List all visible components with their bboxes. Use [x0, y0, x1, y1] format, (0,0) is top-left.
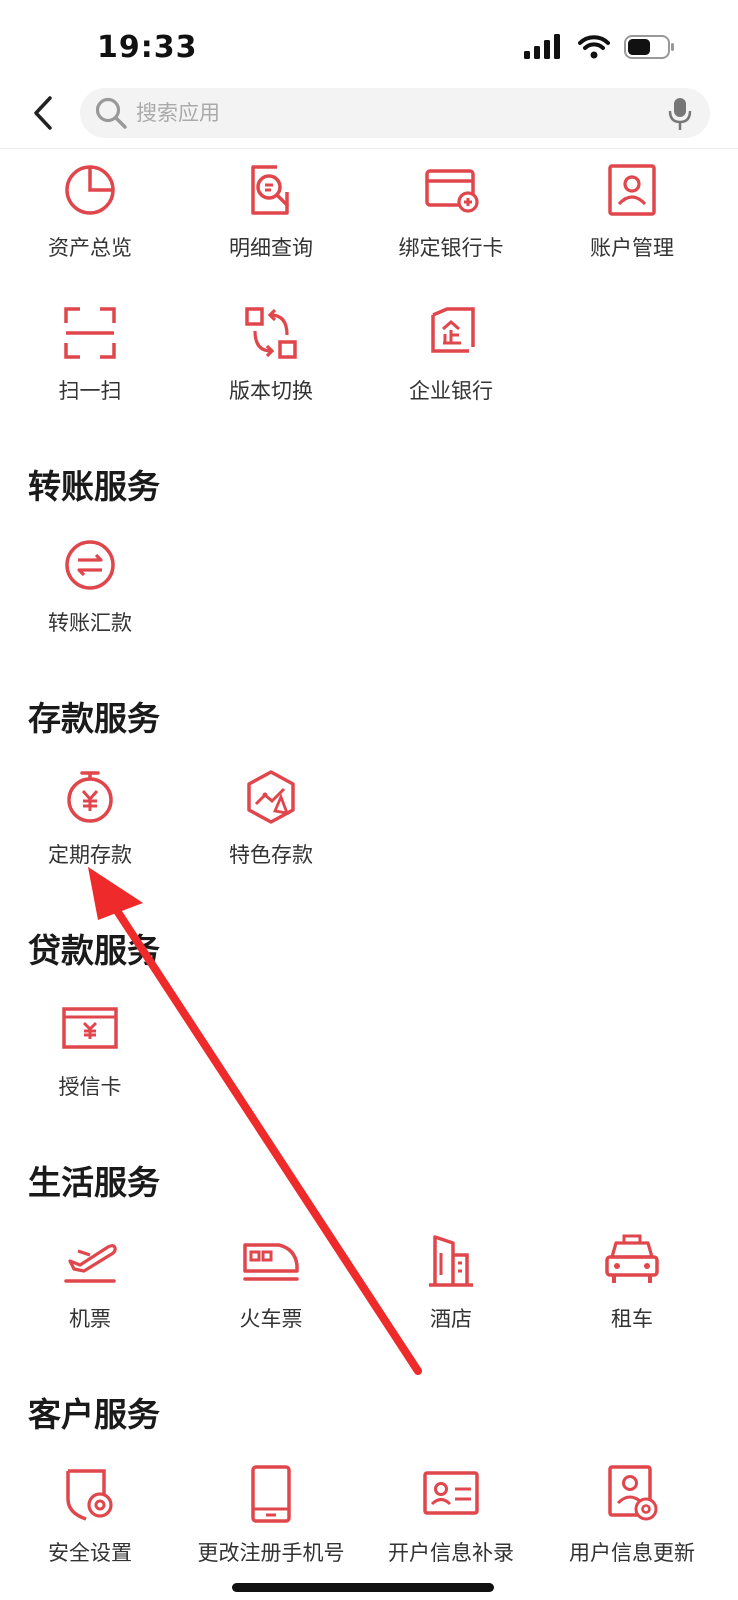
- stopwatch-yuan-icon: [67, 771, 113, 823]
- item-fixed-deposit[interactable]: 定期存款: [0, 767, 180, 877]
- section-title-life: 生活服务: [28, 1163, 160, 1202]
- grid-item-version-switch[interactable]: 版本切换: [181, 303, 361, 413]
- cellular-signal-icon: [524, 34, 560, 59]
- grid-item-label: 扫一扫: [58, 379, 122, 403]
- item-label: 火车票: [239, 1307, 303, 1331]
- item-account-info-supplement[interactable]: 开户信息补录: [361, 1465, 541, 1575]
- microphone-icon[interactable]: [668, 97, 692, 131]
- back-button[interactable]: [18, 88, 68, 138]
- status-time: 19:33: [97, 30, 198, 65]
- grid-item-account-management[interactable]: 账户管理: [542, 160, 722, 270]
- item-label: 租车: [611, 1307, 653, 1331]
- transfer-icon: [65, 540, 115, 590]
- grid-item-asset-overview[interactable]: 资产总览: [0, 160, 180, 270]
- phone-icon: [251, 1465, 291, 1523]
- search-input[interactable]: [136, 101, 616, 125]
- document-search-icon: [251, 165, 289, 215]
- section-title-deposit: 存款服务: [28, 699, 160, 738]
- item-user-info-update[interactable]: 用户信息更新: [542, 1465, 722, 1575]
- section-title-customer: 客户服务: [28, 1395, 160, 1434]
- grid-item-label: 账户管理: [590, 236, 674, 260]
- grid-item-label: 绑定银行卡: [398, 236, 504, 260]
- scan-icon: [64, 307, 116, 359]
- taxi-icon: [605, 1234, 659, 1283]
- grid-item-enterprise-bank[interactable]: 企业银行: [361, 303, 541, 413]
- item-train-ticket[interactable]: 火车票: [181, 1231, 361, 1341]
- item-label: 转账汇款: [48, 611, 132, 635]
- search-bar[interactable]: [80, 88, 710, 138]
- item-label: 更改注册手机号: [197, 1541, 345, 1565]
- grid-item-scan[interactable]: 扫一扫: [0, 303, 180, 413]
- yuan-card-icon: [62, 1007, 118, 1049]
- item-label: 特色存款: [229, 843, 313, 867]
- item-label: 定期存款: [48, 843, 132, 867]
- enterprise-icon: [431, 307, 475, 353]
- item-change-phone[interactable]: 更改注册手机号: [181, 1465, 361, 1575]
- item-label: 用户信息更新: [569, 1541, 695, 1565]
- grid-item-detail-query[interactable]: 明细查询: [181, 160, 361, 270]
- item-car-rental[interactable]: 租车: [542, 1231, 722, 1341]
- id-card-icon: [423, 1471, 479, 1515]
- train-icon: [243, 1243, 299, 1281]
- airplane-icon: [64, 1244, 117, 1283]
- grid-item-label: 明细查询: [229, 236, 313, 260]
- user-profile-icon: [608, 164, 656, 216]
- item-label: 安全设置: [48, 1541, 132, 1565]
- grid-item-label: 版本切换: [229, 379, 313, 403]
- grid-item-label: 企业银行: [409, 379, 493, 403]
- header: [0, 82, 738, 148]
- status-icons: [524, 34, 676, 60]
- item-label: 机票: [69, 1307, 111, 1331]
- item-label: 酒店: [430, 1307, 472, 1331]
- trend-hexagon-icon: [247, 770, 295, 824]
- status-bar: 19:33: [0, 0, 738, 90]
- pie-chart-icon: [65, 165, 115, 215]
- user-gear-icon: [608, 1465, 658, 1521]
- grid-item-bind-card[interactable]: 绑定银行卡: [361, 160, 541, 270]
- item-label: 授信卡: [58, 1075, 122, 1099]
- item-featured-deposit[interactable]: 特色存款: [181, 767, 361, 877]
- battery-icon: [624, 35, 674, 59]
- item-credit-card[interactable]: 授信卡: [0, 999, 180, 1109]
- add-card-icon: [425, 169, 479, 213]
- hotel-icon: [429, 1235, 473, 1287]
- section-title-transfer: 转账服务: [28, 467, 160, 506]
- search-icon: [95, 97, 127, 129]
- switch-icon: [245, 307, 297, 359]
- chevron-left-icon: [34, 96, 52, 130]
- item-transfer-remittance[interactable]: 转账汇款: [0, 535, 180, 645]
- item-flight-ticket[interactable]: 机票: [0, 1231, 180, 1341]
- section-title-loan: 贷款服务: [28, 931, 160, 970]
- item-security-settings[interactable]: 安全设置: [0, 1465, 180, 1575]
- item-label: 开户信息补录: [388, 1541, 514, 1565]
- header-divider: [0, 148, 738, 149]
- shield-gear-icon: [66, 1469, 113, 1521]
- home-indicator[interactable]: [232, 1583, 494, 1592]
- grid-item-label: 资产总览: [48, 236, 132, 260]
- item-hotel[interactable]: 酒店: [361, 1231, 541, 1341]
- wifi-icon: [578, 35, 610, 59]
